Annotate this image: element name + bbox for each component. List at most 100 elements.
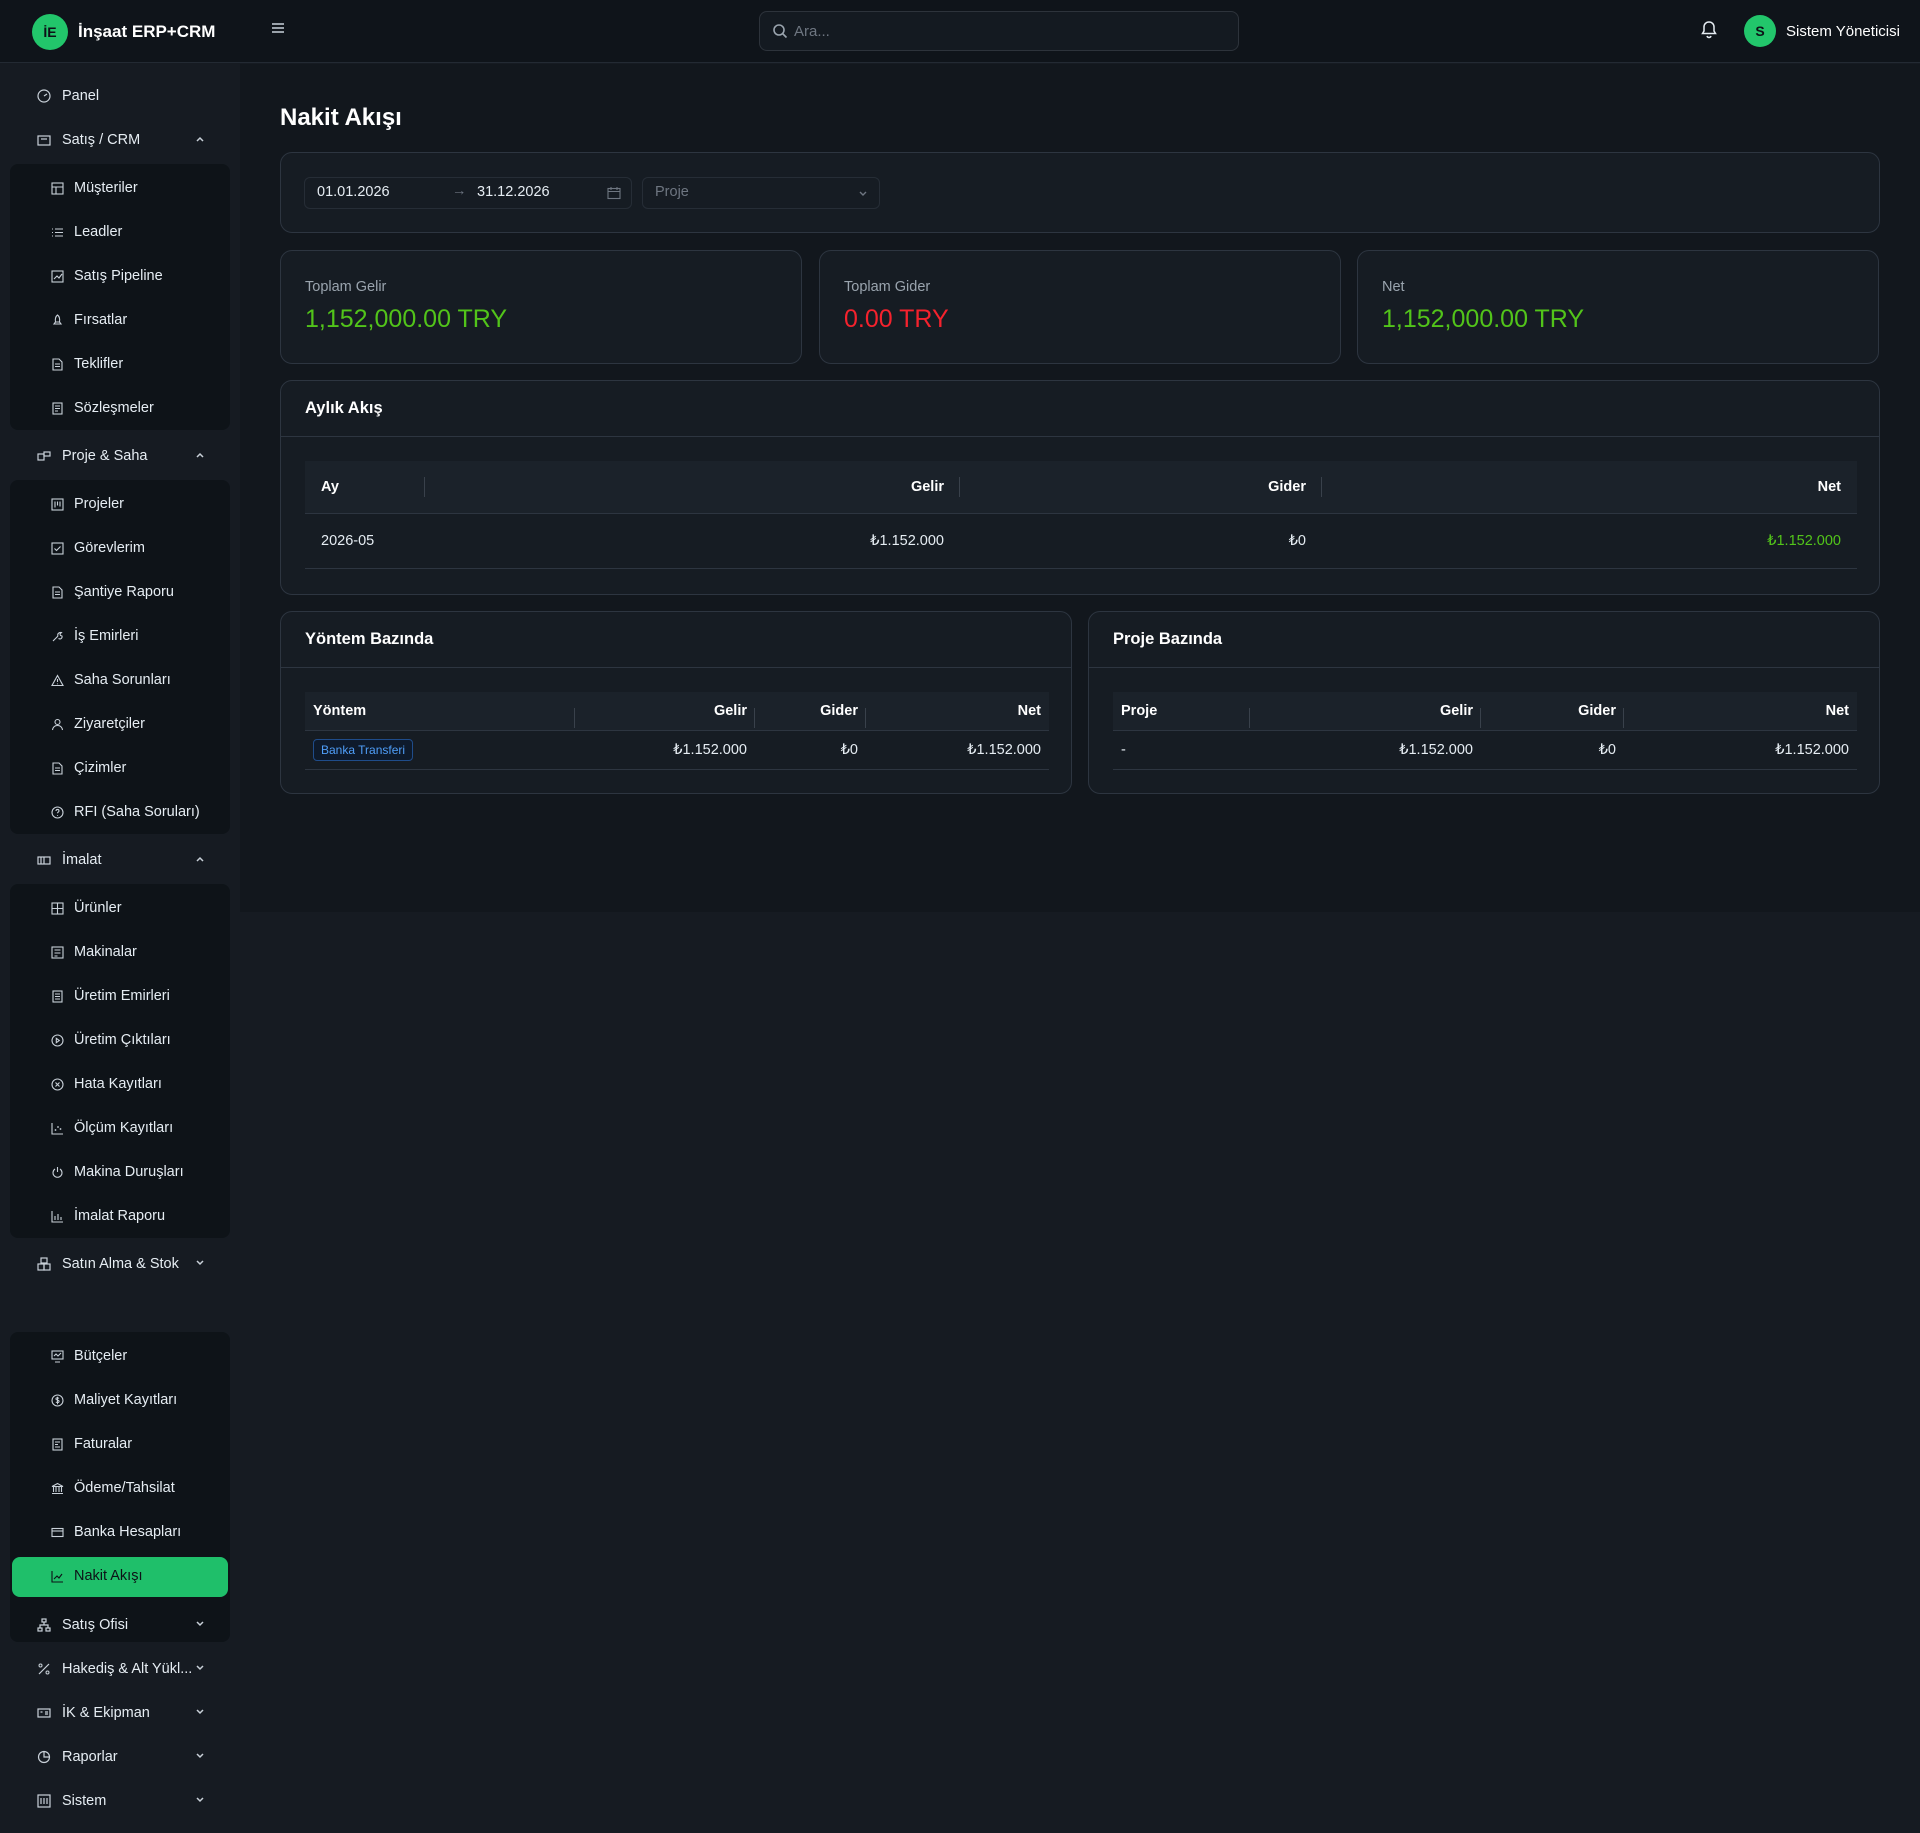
sidebar-group-sales[interactable]: Satış / CRM xyxy=(24,118,214,162)
sidebar-item-budgets[interactable]: Bütçeler xyxy=(50,1334,230,1378)
sidebar-item-production-orders[interactable]: Üretim Emirleri xyxy=(50,974,230,1018)
sidebar-group-label: İK & Ekipman xyxy=(62,1705,150,1721)
sidebar-item-label: Makinalar xyxy=(74,944,137,960)
sidebar-item-label: Ziyaretçiler xyxy=(74,716,145,732)
sidebar-item-quotes[interactable]: Teklifler xyxy=(50,342,230,386)
user-name: Sistem Yöneticisi xyxy=(1786,22,1900,40)
question-icon xyxy=(50,805,64,819)
dashboard-icon xyxy=(36,88,52,104)
menu-toggle-icon[interactable] xyxy=(270,20,290,40)
col-income[interactable]: Gelir xyxy=(1250,692,1481,730)
sidebar-group-label: Satın Alma & Stok xyxy=(62,1256,179,1272)
date-start[interactable]: 01.01.2026 xyxy=(317,184,390,200)
stat-label: Toplam Gider xyxy=(844,279,931,295)
sidebar-item-rfi[interactable]: RFI (Saha Soruları) xyxy=(50,790,230,834)
col-net[interactable]: Net xyxy=(1322,461,1857,513)
sidebar-group-hr[interactable]: İK & Ekipman xyxy=(24,1691,214,1735)
stat-value: 0.00 TRY xyxy=(844,305,949,333)
sidebar-item-site-report[interactable]: Şantiye Raporu xyxy=(50,570,230,614)
bank-icon xyxy=(50,1481,64,1495)
sidebar-item-customers[interactable]: Müşteriler xyxy=(50,166,230,210)
col-expense[interactable]: Gider xyxy=(755,692,866,730)
sidebar-item-work-orders[interactable]: İş Emirleri xyxy=(50,614,230,658)
line-chart-icon xyxy=(50,1569,64,1583)
by-method-table: Yöntem Gelir Gider Net Banka Transferi ₺… xyxy=(305,692,1049,770)
sidebar-item-bank-accounts[interactable]: Banka Hesapları xyxy=(50,1510,230,1554)
by-project-table: Proje Gelir Gider Net - ₺1.152.000 ₺0 ₺1… xyxy=(1113,692,1857,770)
divider xyxy=(281,436,1879,437)
sidebar-group-reports[interactable]: Raporlar xyxy=(24,1735,214,1779)
avatar: S xyxy=(1744,15,1776,47)
dollar-icon xyxy=(50,1393,64,1407)
sidebar-item-label: İş Emirleri xyxy=(74,628,139,644)
sidebar-item-contracts[interactable]: Sözleşmeler xyxy=(50,386,230,430)
col-project[interactable]: Proje xyxy=(1113,692,1250,730)
sidebar-group-system[interactable]: Sistem xyxy=(24,1779,214,1823)
sidebar-group-project[interactable]: Proje & Saha xyxy=(24,434,214,478)
col-income[interactable]: Gelir xyxy=(425,461,960,513)
col-net[interactable]: Net xyxy=(866,692,1049,730)
col-income[interactable]: Gelir xyxy=(575,692,755,730)
sidebar-item-cash-flow[interactable]: Nakit Akışı xyxy=(50,1554,230,1598)
sidebar-item-defect-records[interactable]: Hata Kayıtları xyxy=(50,1062,230,1106)
sidebar-group-purchase[interactable]: Satın Alma & Stok xyxy=(24,1242,214,1286)
cell-expense: ₺0 xyxy=(960,512,1322,569)
sidebar-item-projects[interactable]: Projeler xyxy=(50,482,230,526)
sidebar-item-leads[interactable]: Leadler xyxy=(50,210,230,254)
list-icon xyxy=(50,225,64,239)
sidebar-item-payments[interactable]: Ödeme/Tahsilat xyxy=(50,1466,230,1510)
sidebar-item-measurements[interactable]: Ölçüm Kayıtları xyxy=(50,1106,230,1150)
sidebar-item-machine-downtime[interactable]: Makina Duruşları xyxy=(50,1150,230,1194)
date-end[interactable]: 31.12.2026 xyxy=(477,184,550,200)
cell-expense: ₺0 xyxy=(1481,729,1624,770)
sidebar-item-panel[interactable]: Panel xyxy=(24,74,214,118)
sidebar-item-label: Maliyet Kayıtları xyxy=(74,1392,178,1408)
search-box[interactable] xyxy=(759,11,1239,51)
col-expense[interactable]: Gider xyxy=(1481,692,1624,730)
sidebar-item-label: İmalat Raporu xyxy=(74,1208,166,1224)
sidebar-item-manufacturing-report[interactable]: İmalat Raporu xyxy=(50,1194,230,1238)
invoice-icon xyxy=(50,1437,64,1451)
sidebar-item-visitors[interactable]: Ziyaretçiler xyxy=(50,702,230,746)
cell-project: - xyxy=(1113,729,1250,770)
project-select[interactable]: Proje xyxy=(642,177,880,209)
table-header-row: Ay Gelir Gider Net xyxy=(305,461,1857,513)
sidebar-item-machines[interactable]: Makinalar xyxy=(50,930,230,974)
sidebar-item-label: Şantiye Raporu xyxy=(74,584,174,600)
sidebar-item-label: RFI (Saha Soruları) xyxy=(74,804,200,820)
brand[interactable]: İE İnşaat ERP+CRM xyxy=(32,14,215,50)
search-input[interactable] xyxy=(794,22,1214,40)
document-icon xyxy=(50,989,64,1003)
percent-icon xyxy=(36,1661,52,1677)
sidebar-item-production-outputs[interactable]: Üretim Çıktıları xyxy=(50,1018,230,1062)
sidebar-item-label: Hata Kayıtları xyxy=(74,1076,162,1092)
sidebar-item-cost-records[interactable]: Maliyet Kayıtları xyxy=(50,1378,230,1422)
date-range-picker[interactable]: 01.01.2026 → 31.12.2026 xyxy=(304,177,632,209)
sidebar-item-products[interactable]: Ürünler xyxy=(50,886,230,930)
sidebar-item-pipeline[interactable]: Satış Pipeline xyxy=(50,254,230,298)
col-method[interactable]: Yöntem xyxy=(305,692,575,730)
shop-icon xyxy=(36,132,52,148)
sidebar-group-progress[interactable]: Hakediş & Alt Yükl... xyxy=(24,1647,214,1691)
file-icon xyxy=(50,585,64,599)
sidebar-item-tasks[interactable]: Görevlerim xyxy=(50,526,230,570)
sidebar-item-drawings[interactable]: Çizimler xyxy=(50,746,230,790)
sidebar-item-opportunities[interactable]: Fırsatlar xyxy=(50,298,230,342)
sidebar-group-sales-office[interactable]: Satış Ofisi xyxy=(24,1603,214,1647)
sidebar-item-label: Faturalar xyxy=(74,1436,133,1452)
sidebar-group-label: Hakediş & Alt Yükl... xyxy=(62,1661,193,1677)
rocket-icon xyxy=(50,313,64,327)
col-net[interactable]: Net xyxy=(1624,692,1857,730)
sidebar-item-invoices[interactable]: Faturalar xyxy=(50,1422,230,1466)
dot-chart-icon xyxy=(50,1121,64,1135)
sidebar-item-site-issues[interactable]: Saha Sorunları xyxy=(50,658,230,702)
col-expense[interactable]: Gider xyxy=(960,461,1322,513)
bell-icon[interactable] xyxy=(1700,20,1720,42)
col-month[interactable]: Ay xyxy=(305,461,425,513)
sidebar-group-manufacturing[interactable]: İmalat xyxy=(24,838,214,882)
grid-icon xyxy=(50,901,64,915)
cell-income: ₺1.152.000 xyxy=(425,512,960,569)
user-menu[interactable]: S Sistem Yöneticisi xyxy=(1744,15,1900,47)
cell-net: ₺1.152.000 xyxy=(866,729,1049,770)
chevron-down-icon xyxy=(196,1709,204,1715)
